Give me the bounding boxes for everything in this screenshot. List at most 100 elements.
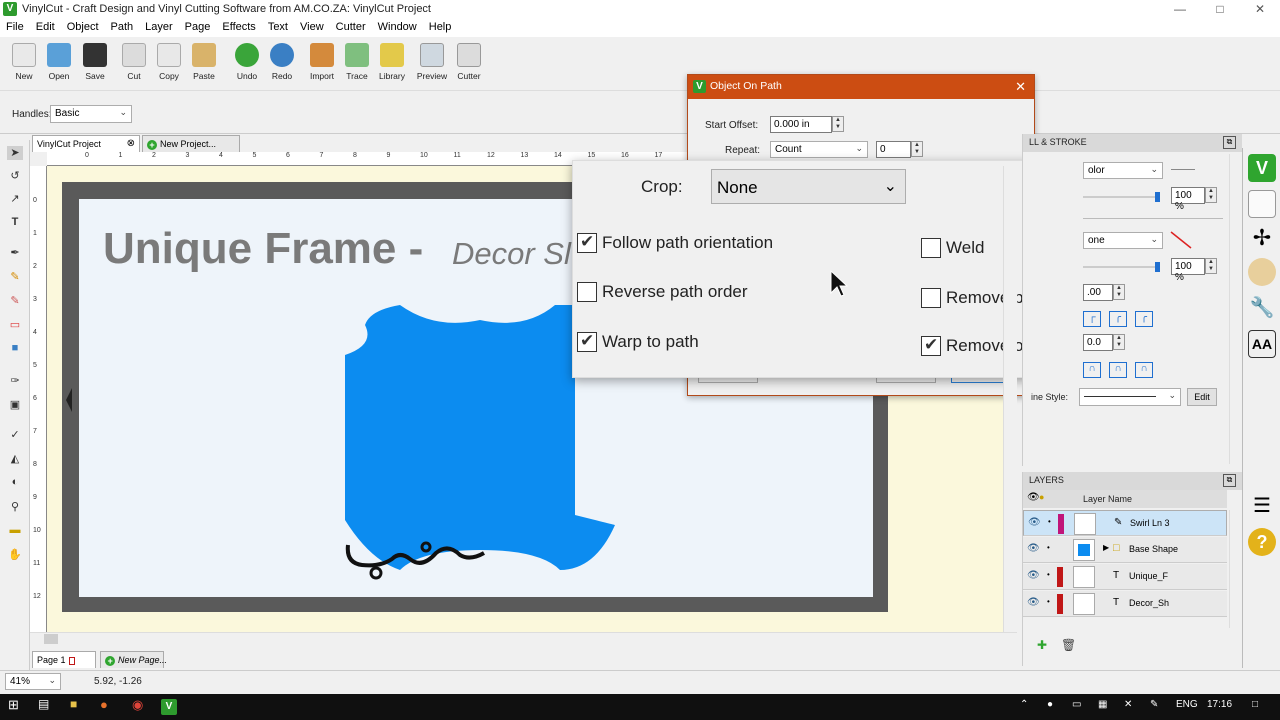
pencil-tool-icon[interactable]: ✎ bbox=[7, 270, 23, 284]
fill-type-select[interactable]: olor ⌄ bbox=[1083, 162, 1163, 179]
fill-color-swatch[interactable] bbox=[1171, 169, 1195, 170]
stroke-opacity-slider[interactable] bbox=[1083, 266, 1159, 268]
cap-round-icon[interactable]: ∩ bbox=[1109, 362, 1127, 378]
menu-window[interactable]: Window bbox=[372, 19, 423, 33]
layer-color-swatch[interactable] bbox=[1058, 514, 1064, 534]
scroll-thumb[interactable] bbox=[44, 634, 58, 644]
page-dock-icon[interactable] bbox=[1248, 190, 1276, 218]
mic-icon[interactable]: ● bbox=[1047, 699, 1053, 710]
firefox-icon[interactable]: ● bbox=[100, 697, 108, 712]
design-title-text[interactable]: Unique Frame - bbox=[103, 224, 423, 274]
layer-color-swatch[interactable] bbox=[1057, 567, 1063, 587]
eraser-tool-icon[interactable]: ▭ bbox=[7, 318, 23, 332]
wrench-dock-icon[interactable]: 🔧 bbox=[1248, 294, 1276, 322]
vertical-scrollbar[interactable] bbox=[1003, 166, 1017, 632]
start-offset-stepper[interactable]: ▲ ▼ bbox=[832, 116, 844, 132]
lock-dot-icon[interactable]: • bbox=[1047, 597, 1050, 606]
fill-stroke-dock-icon[interactable]: V bbox=[1248, 154, 1276, 182]
lock-dot-icon[interactable]: • bbox=[1047, 543, 1050, 552]
repeat-count-stepper[interactable]: ▲ ▼ bbox=[911, 141, 923, 157]
open-button[interactable]: Open bbox=[41, 43, 77, 81]
shape-tool-icon[interactable]: ■ bbox=[7, 342, 23, 356]
menu-effects[interactable]: Effects bbox=[216, 19, 261, 33]
handles-select[interactable]: Basic ⌄ bbox=[50, 105, 132, 123]
fill-opacity-slider[interactable] bbox=[1083, 196, 1159, 198]
weld-tool-icon[interactable]: ◭ bbox=[7, 452, 23, 466]
stroke-type-select[interactable]: one ⌄ bbox=[1083, 232, 1163, 249]
layers-dock-icon[interactable]: ☰ bbox=[1248, 492, 1276, 520]
weld-checkbox[interactable] bbox=[921, 238, 941, 258]
visibility-eye-icon[interactable]: 👁 bbox=[1027, 597, 1040, 608]
layer-row[interactable]: 👁 • ✎ Swirl Ln 3 bbox=[1023, 510, 1227, 536]
library-button[interactable]: Library bbox=[374, 43, 410, 81]
node-tool-icon[interactable]: ↺ bbox=[7, 169, 23, 183]
task-view-icon[interactable]: ▤ bbox=[38, 697, 49, 711]
layer-row[interactable]: 👁 • T Unique_F bbox=[1023, 564, 1227, 590]
import-button[interactable]: Import bbox=[304, 43, 340, 81]
move-dock-icon[interactable]: ✢ bbox=[1248, 224, 1276, 252]
menu-page[interactable]: Page bbox=[179, 19, 217, 33]
horizontal-scrollbar[interactable] bbox=[30, 632, 1017, 646]
minimize-icon[interactable]: — bbox=[1160, 0, 1200, 19]
lock-dot-icon[interactable]: • bbox=[1048, 517, 1051, 526]
remove-path-checkbox[interactable] bbox=[921, 288, 941, 308]
notifications-icon[interactable]: □ bbox=[1252, 699, 1258, 710]
panel-scrollbar[interactable] bbox=[1229, 154, 1241, 464]
close-icon[interactable]: ✕ bbox=[1015, 79, 1026, 95]
panel-float-icon[interactable]: ⧉ bbox=[1223, 474, 1236, 487]
stroke-opacity-stepper[interactable]: ▲ ▼ bbox=[1205, 258, 1217, 274]
line-style-select[interactable]: ⌄ bbox=[1079, 388, 1181, 406]
stroke-width-input[interactable]: .00 bbox=[1083, 284, 1113, 301]
add-layer-icon[interactable]: ✚ bbox=[1037, 638, 1047, 652]
menu-cutter[interactable]: Cutter bbox=[330, 19, 372, 33]
windows-start-icon[interactable]: ⊞ bbox=[8, 697, 19, 713]
remove-original-checkbox[interactable] bbox=[921, 335, 941, 356]
menu-path[interactable]: Path bbox=[105, 19, 140, 33]
menu-view[interactable]: View bbox=[294, 19, 330, 33]
edit-line-style-button[interactable]: Edit bbox=[1187, 388, 1217, 406]
stroke-opacity-input[interactable]: 100 % bbox=[1171, 258, 1205, 283]
tab-page-1[interactable]: Page 1⊗ bbox=[32, 651, 111, 668]
slider-handle[interactable] bbox=[1155, 192, 1160, 202]
maximize-icon[interactable]: □ bbox=[1200, 0, 1240, 19]
cap-butt-icon[interactable]: ∩ bbox=[1083, 362, 1101, 378]
menu-file[interactable]: File bbox=[0, 19, 30, 33]
undo-button[interactable]: Undo bbox=[229, 43, 265, 81]
tab-new-page[interactable]: + New Page... bbox=[100, 651, 167, 668]
copy-button[interactable]: Copy bbox=[151, 43, 187, 81]
preview-button[interactable]: Preview bbox=[414, 43, 450, 81]
repeat-count-input[interactable]: 0 bbox=[876, 141, 911, 158]
fill-opacity-stepper[interactable]: ▲ ▼ bbox=[1205, 187, 1217, 203]
file-explorer-icon[interactable]: ■ bbox=[70, 697, 77, 711]
zoom-select[interactable]: 41% ⌄ bbox=[5, 673, 61, 690]
cap-square-icon[interactable]: ∩ bbox=[1135, 362, 1153, 378]
knife-tool-icon[interactable]: ✓ bbox=[7, 428, 23, 442]
network-icon[interactable]: ▦ bbox=[1098, 699, 1107, 710]
miter-limit-input[interactable]: 0.0 bbox=[1083, 334, 1113, 351]
tab-vinylcut-project[interactable]: VinylCut Project ⊗ bbox=[32, 135, 140, 152]
new-button[interactable]: New bbox=[6, 43, 42, 81]
redo-button[interactable]: Redo bbox=[264, 43, 300, 81]
visibility-eye-icon[interactable]: 👁 bbox=[1027, 543, 1040, 554]
reverse-path-order-checkbox[interactable] bbox=[577, 282, 597, 302]
chrome-icon[interactable]: ◉ bbox=[132, 697, 143, 713]
stroke-width-stepper[interactable]: ▲ ▼ bbox=[1113, 284, 1125, 300]
menu-text[interactable]: Text bbox=[262, 19, 294, 33]
start-offset-input[interactable]: 0.000 in bbox=[770, 116, 832, 133]
layer-color-swatch[interactable] bbox=[1057, 594, 1063, 614]
join-miter-icon[interactable]: ┌ bbox=[1083, 311, 1101, 327]
warp-to-path-checkbox[interactable] bbox=[577, 331, 597, 352]
text-tool-icon[interactable]: T bbox=[7, 216, 23, 230]
gradient-tool-icon[interactable]: ▣ bbox=[7, 398, 23, 412]
menu-object[interactable]: Object bbox=[61, 19, 105, 33]
layers-scrollbar[interactable] bbox=[1229, 510, 1241, 628]
layer-row[interactable]: 👁 • T Decor_Sh bbox=[1023, 591, 1227, 617]
zoom-tool-icon[interactable]: ⚲ bbox=[7, 500, 23, 514]
vinylcut-taskbar-icon[interactable]: V bbox=[161, 699, 177, 715]
stroke-none-swatch-icon[interactable] bbox=[1169, 230, 1193, 250]
menu-edit[interactable]: Edit bbox=[30, 19, 61, 33]
pen-icon[interactable]: ✎ bbox=[1150, 699, 1158, 710]
tray-chevron-icon[interactable]: ⌃ bbox=[1020, 699, 1028, 710]
cutter-button[interactable]: Cutter bbox=[451, 43, 487, 81]
save-button[interactable]: Save bbox=[77, 43, 113, 81]
